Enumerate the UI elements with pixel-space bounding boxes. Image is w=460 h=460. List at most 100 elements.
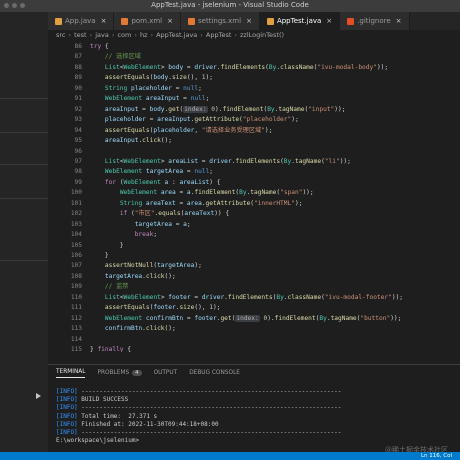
chevron-right-icon: › (111, 31, 115, 39)
tab-2[interactable]: settings.xml × (181, 12, 260, 30)
panel-tab-terminal[interactable]: TERMINAL (56, 369, 86, 378)
code-line[interactable]: 91 WebElement areaInput = null; (48, 94, 460, 104)
line-number: 109 (70, 283, 82, 291)
chevron-right-icon: › (134, 31, 137, 39)
code-line[interactable]: 108 targetArea.click(); (48, 272, 460, 282)
code-line[interactable]: 95 areaInput.click(); (48, 136, 460, 146)
code-line[interactable]: 89 assertEquals(body.size(), 1); (48, 73, 460, 83)
breadcrumb-item[interactable]: zzlLoginTest() (240, 31, 284, 39)
code-text: areaInput.click(); (104, 137, 172, 145)
explorer-sidebar[interactable] (0, 12, 48, 452)
code-text: if ("市区".equals(areaText)) { (119, 210, 230, 218)
code-line[interactable]: 99 for (WebElement a : areaList) { (48, 178, 460, 188)
breadcrumb-item[interactable]: java (95, 31, 109, 39)
tab-3[interactable]: AppTest.java × (259, 12, 341, 30)
code-line[interactable]: 101 String areaText = area.getAttribute(… (48, 199, 460, 209)
panel-tab-debug-console[interactable]: DEBUG CONSOLE (189, 369, 240, 378)
chevron-right-icon[interactable] (36, 393, 41, 399)
code-line[interactable]: 98 WebElement targetArea = null; (48, 167, 460, 177)
code-line[interactable]: 106 } (48, 251, 460, 261)
code-line[interactable]: 113 confirmBtn.click(); (48, 324, 460, 334)
bottom-panel: TERMINAL PROBLEMS 4 OUTPUT DEBUG CONSOLE [IN… (48, 364, 460, 453)
tab-4[interactable]: .gitignore × (340, 12, 410, 30)
close-icon[interactable]: × (101, 17, 107, 25)
code-line[interactable]: 93 placeholder = areaInput.getAttribute(… (48, 115, 460, 125)
panel-tab-label: OUTPUT (153, 369, 178, 376)
panel-tab-output[interactable]: OUTPUT (154, 369, 178, 378)
line-number: 114 (70, 335, 82, 343)
code-editor[interactable]: 86 try {87 // 选择区域 88 List<WebElement> bod… (48, 40, 460, 352)
breadcrumb-item[interactable]: src (56, 31, 66, 39)
log-level: [INFO] (56, 420, 82, 428)
code-line[interactable]: 114 (48, 335, 460, 345)
line-number: 93 (74, 116, 82, 124)
title-bar: AppTest.java - jselenium - Visual Studio… (0, 0, 460, 12)
code-line[interactable]: 94 assertEquals(placeholder, "请选择业务受理区域"… (48, 126, 460, 136)
line-number: 97 (74, 157, 82, 165)
line-number: 89 (74, 74, 82, 82)
log-message: Total time: 27.371 s (81, 412, 158, 420)
terminal-line: [INFO] ---------------------------------… (56, 404, 341, 412)
breadcrumb-item[interactable]: AppTest (206, 31, 232, 39)
chevron-right-icon: › (200, 31, 203, 39)
tab-0[interactable]: App.java × (48, 12, 115, 30)
tab-1[interactable]: pom.xml × (114, 12, 182, 30)
editor-tabs: App.java × pom.xml × settings.xml × AppTest.ja… (48, 12, 460, 30)
panel-tab-label: PROBLEMS (97, 369, 130, 376)
code-text: placeholder = areaInput.getAttribute("pl… (104, 116, 299, 124)
line-number: 91 (74, 95, 82, 103)
line-number: 94 (74, 126, 82, 134)
breadcrumb-item[interactable]: test (74, 31, 86, 39)
code-line[interactable]: 96 (48, 147, 460, 157)
code-text: List<WebElement> footer = driver.findEle… (104, 293, 404, 301)
close-icon[interactable]: × (246, 17, 252, 25)
close-icon[interactable]: × (396, 17, 402, 25)
code-line[interactable]: 100 WebElement area = a.findElement(By.t… (48, 188, 460, 198)
cursor-position[interactable]: Ln 116, Col (421, 452, 452, 460)
breadcrumb-item[interactable]: com (117, 31, 131, 39)
code-text: WebElement areaInput = null; (104, 95, 210, 103)
code-text: } (90, 252, 109, 259)
code-line[interactable]: 102 if ("市区".equals(areaText)) { (48, 209, 460, 219)
code-line[interactable]: 112 WebElement confirmBtn = footer.get(i… (48, 314, 460, 324)
terminal-output[interactable]: [INFO] ---------------------------------… (56, 388, 341, 437)
code-line[interactable]: 87 // 选择区域 (48, 52, 460, 62)
panel-tab-label: TERMINAL (56, 369, 86, 375)
line-number: 115 (70, 346, 82, 352)
log-message: ----------------------------------------… (81, 388, 342, 395)
code-line[interactable]: 86 try { (48, 42, 460, 52)
code-line[interactable]: 88 List<WebElement> body = driver.findEl… (48, 63, 460, 73)
code-line[interactable]: 115} finally { (48, 345, 460, 352)
file-icon (55, 17, 62, 25)
code-text: targetArea.click(); (104, 272, 176, 280)
line-number: 96 (74, 147, 82, 155)
tab-label: settings.xml (198, 17, 242, 25)
code-line[interactable]: 109 // 监禁 (48, 282, 460, 292)
line-number: 107 (70, 262, 82, 270)
line-number: 108 (70, 272, 82, 280)
code-line[interactable]: 107 assertNotNull(targetArea); (48, 261, 460, 271)
close-icon[interactable]: × (167, 17, 173, 25)
breadcrumb-item[interactable]: hz (140, 31, 148, 39)
close-icon[interactable]: × (326, 17, 332, 25)
code-line[interactable]: 111 assertEquals(footer.size(), 1); (48, 303, 460, 313)
code-line[interactable]: 104 break; (48, 230, 460, 240)
code-line[interactable]: 110 List<WebElement> footer = driver.fin… (48, 293, 460, 303)
code-line[interactable]: 105 } (48, 241, 460, 251)
line-number: 98 (74, 168, 82, 176)
line-number: 104 (70, 231, 82, 239)
terminal-prompt[interactable]: E:\workspace\jselenium> (56, 437, 139, 444)
terminal-line: [INFO] Total time: 27.371 s (56, 413, 341, 421)
code-line[interactable]: 103 targetArea = a; (48, 220, 460, 230)
chevron-right-icon: › (68, 31, 72, 39)
panel-tab-problems[interactable]: PROBLEMS 4 (97, 369, 142, 378)
code-line[interactable]: 90 String placeholder = null; (48, 84, 460, 94)
code-line[interactable]: 97 List<WebElement> areaList = driver.fi… (48, 157, 460, 167)
breadcrumb-item[interactable]: AppTest.java (156, 31, 197, 39)
line-number: 100 (70, 189, 82, 197)
code-text: List<WebElement> areaList = driver.findE… (104, 157, 351, 165)
line-number: 113 (70, 325, 82, 333)
code-text: confirmBtn.click(); (104, 325, 176, 333)
line-number: 102 (70, 210, 82, 218)
code-line[interactable]: 92 areaInput = body.get(index: 0).findEl… (48, 105, 460, 115)
